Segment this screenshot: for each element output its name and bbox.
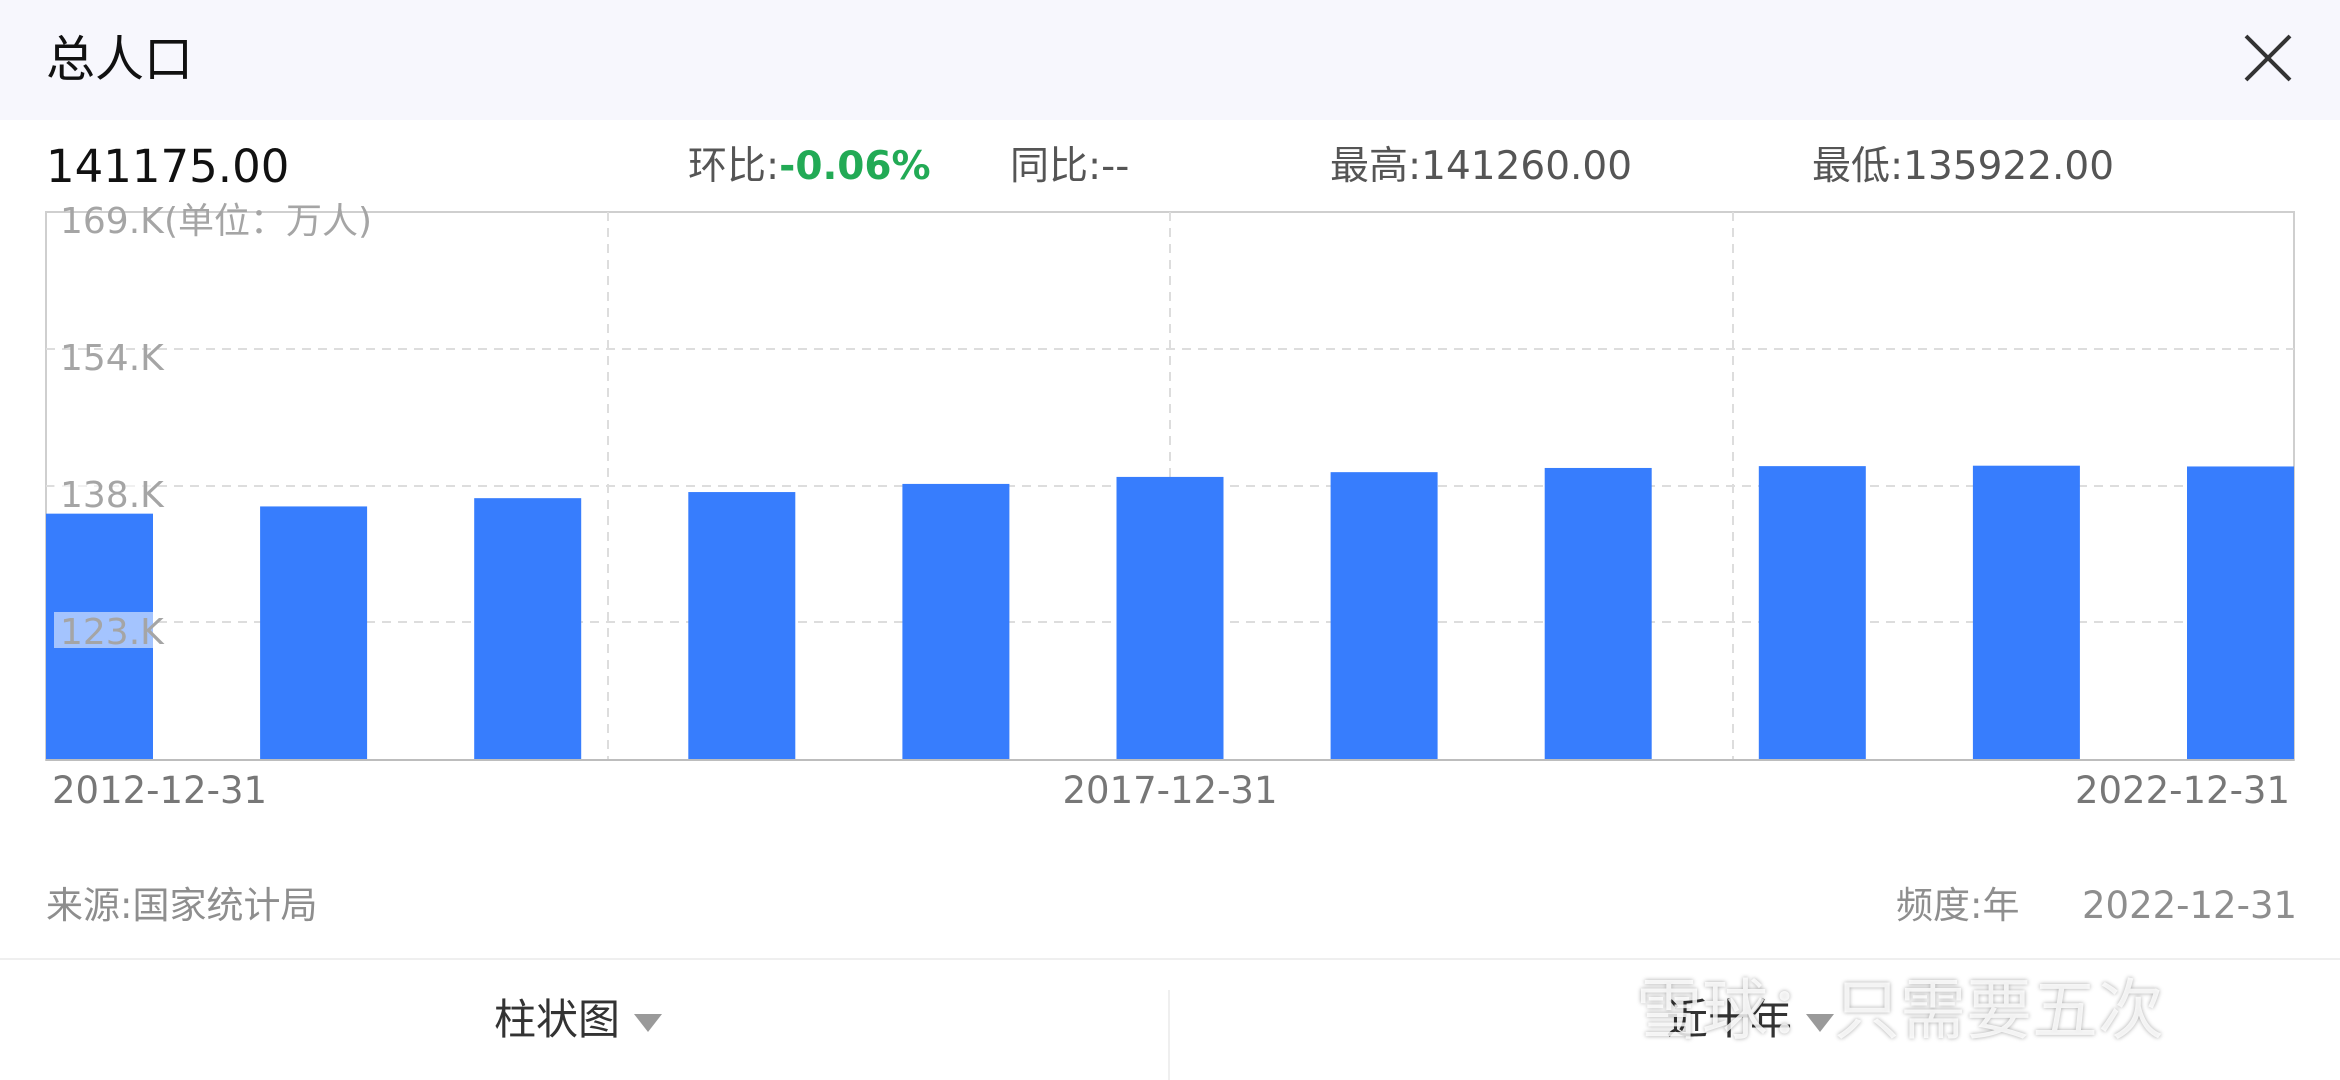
bar-2015-12-31: [688, 492, 796, 760]
frequency-label: 频度:年: [1896, 884, 2020, 927]
bar-2021-12-31: [1972, 465, 2080, 760]
chart-type-label: 柱状图: [494, 995, 621, 1044]
bar-2016-12-31: [902, 483, 1010, 760]
unit-label: (单位：万人): [164, 201, 372, 242]
y-tick-label: 123.K: [60, 612, 165, 653]
x-tick-label: 2012-12-31: [52, 769, 267, 812]
divider: [1168, 990, 1170, 1080]
bar-chart[interactable]: 169.K 154.K 138.K 123.K (单位：万人) 2012-12-31 201…: [0, 0, 2340, 880]
x-tick-label: 2022-12-31: [2075, 769, 2290, 812]
bar-2019-12-31: [1544, 467, 1652, 760]
bar-2014-12-31: [474, 498, 582, 760]
data-source: 来源:国家统计局: [46, 884, 318, 927]
x-tick-label: 2017-12-31: [1062, 769, 1277, 812]
chart-type-dropdown[interactable]: 柱状图: [494, 990, 663, 1050]
divider: [0, 958, 2340, 960]
bar-2013-12-31: [260, 506, 368, 760]
watermark: 雪球：只需要五次: [1636, 972, 2164, 1049]
bar-2020-12-31: [1758, 466, 1866, 760]
y-tick-label: 169.K: [60, 201, 165, 242]
bar-2018-12-31: [1330, 472, 1438, 760]
latest-date: 2022-12-31: [2082, 884, 2298, 927]
y-tick-label: 138.K: [60, 475, 165, 516]
bar-2017-12-31: [1116, 476, 1224, 760]
caret-down-icon: [634, 1013, 663, 1032]
y-tick-label: 154.K: [60, 338, 165, 379]
bar-2022-12-31: [2187, 466, 2294, 760]
